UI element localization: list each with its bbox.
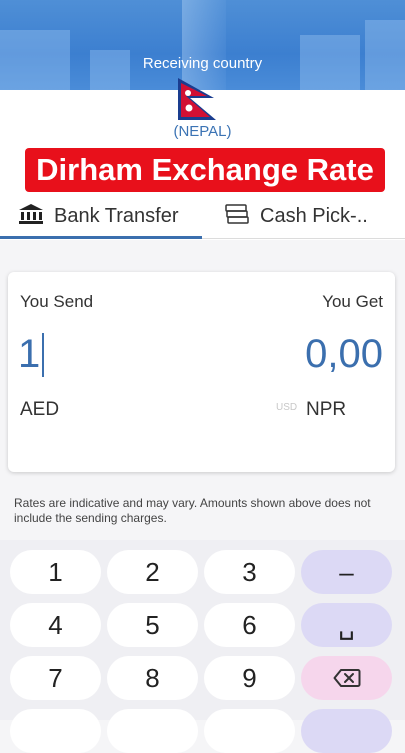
key-row4-left[interactable]: [10, 709, 101, 753]
key-9[interactable]: 9: [204, 656, 295, 700]
selected-tab-indicator: [0, 236, 202, 239]
get-currency[interactable]: NPR: [306, 399, 346, 421]
cash-icon: [224, 203, 250, 231]
numeric-keyboard: 1 2 3 – 4 5 6 ␣ 7 8 9: [0, 540, 405, 753]
country-name: (NEPAL): [173, 123, 232, 140]
get-amount-value: 0,00: [305, 332, 383, 376]
key-row4-action[interactable]: [301, 709, 392, 753]
backspace-icon: [333, 669, 360, 687]
you-get-label: You Get: [322, 292, 383, 311]
send-currency[interactable]: AED: [20, 399, 59, 421]
send-amount-input[interactable]: 1: [18, 332, 45, 377]
key-4[interactable]: 4: [10, 603, 101, 647]
exchange-rate-banner: Dirham Exchange Rate: [25, 148, 385, 192]
ghost-currency-label: USD: [276, 402, 298, 413]
key-5[interactable]: 5: [107, 603, 198, 647]
key-space[interactable]: ␣: [301, 603, 392, 647]
key-2[interactable]: 2: [107, 550, 198, 594]
tab-cash-pickup-label: Cash Pick-..: [260, 205, 368, 227]
key-minus[interactable]: –: [301, 550, 392, 594]
key-8[interactable]: 8: [107, 656, 198, 700]
key-7[interactable]: 7: [10, 656, 101, 700]
key-1[interactable]: 1: [10, 550, 101, 594]
bank-icon: [18, 203, 44, 231]
you-send-label: You Send: [20, 292, 94, 311]
text-cursor: [42, 332, 45, 377]
receiving-country-label: Receiving country: [142, 55, 263, 72]
tab-cash-pickup[interactable]: Cash Pick-..: [224, 196, 400, 237]
transfer-type-tabs: Bank Transfer Cash Pick-..: [0, 196, 405, 240]
key-3[interactable]: 3: [204, 550, 295, 594]
nepal-flag-icon[interactable]: [174, 76, 230, 127]
tab-bank-transfer-label: Bank Transfer: [54, 205, 179, 227]
tab-bank-transfer[interactable]: Bank Transfer: [18, 196, 180, 237]
key-row4-right[interactable]: [204, 709, 295, 753]
send-amount-value: 1: [18, 332, 41, 376]
rates-disclaimer: Rates are indicative and may vary. Amoun…: [14, 496, 371, 525]
key-backspace[interactable]: [301, 656, 392, 700]
key-6[interactable]: 6: [204, 603, 295, 647]
converter-card: You Send You Get 1 0,00 AED USD NPR: [8, 272, 395, 472]
key-row4-mid[interactable]: [107, 709, 198, 753]
